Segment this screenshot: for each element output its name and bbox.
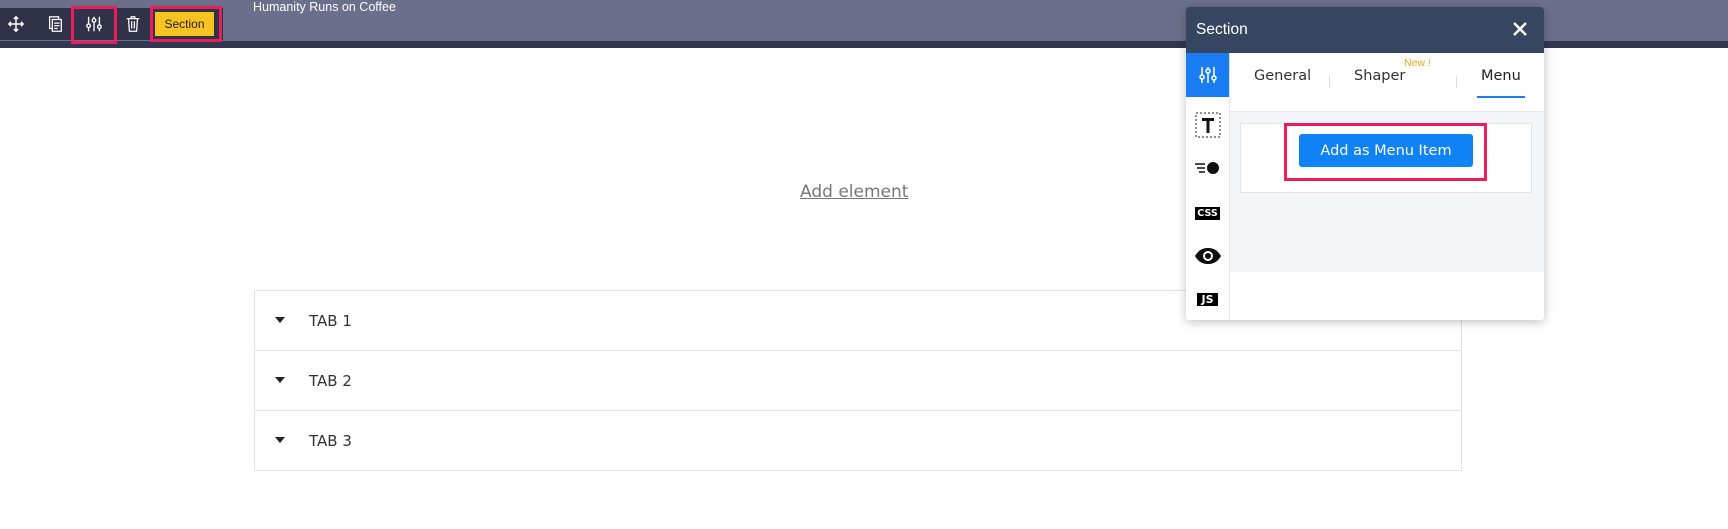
settings-button-highlight: [71, 6, 117, 44]
js-icon: JS: [1197, 292, 1218, 306]
delete-icon: [126, 16, 140, 32]
side-tab-settings[interactable]: [1186, 53, 1229, 97]
move-icon: [7, 15, 25, 33]
accordion-item[interactable]: TAB 2: [254, 350, 1462, 411]
duplicate-icon: [48, 16, 62, 32]
tab-general[interactable]: General: [1254, 68, 1311, 84]
section-chip-highlight: [150, 6, 222, 42]
caret-down-icon: [275, 437, 285, 443]
css-icon: CSS: [1195, 206, 1220, 220]
settings-sliders-icon: [1198, 67, 1217, 83]
tab-shaper[interactable]: Shaper: [1354, 68, 1405, 84]
accordion-item-label: TAB 2: [309, 371, 352, 390]
tab-separator: [1329, 76, 1330, 88]
side-tab-js[interactable]: JS: [1186, 277, 1229, 320]
add-element-link[interactable]: Add element: [800, 182, 908, 202]
caret-down-icon: [275, 377, 285, 383]
caret-down-icon: [275, 317, 285, 323]
duplicate-button[interactable]: [39, 8, 71, 40]
delete-button[interactable]: [117, 8, 149, 40]
visibility-eye-icon: [1194, 248, 1221, 264]
side-tab-css[interactable]: CSS: [1186, 191, 1229, 235]
panel-side-nav: CSS JS: [1186, 53, 1230, 320]
animation-icon: [1194, 162, 1219, 174]
panel-header: Section: [1186, 7, 1544, 53]
side-tab-text[interactable]: [1186, 103, 1229, 147]
accordion-item-label: TAB 3: [309, 431, 352, 450]
add-menu-button-highlight: [1284, 123, 1487, 181]
close-icon[interactable]: [1510, 19, 1530, 39]
panel-title: Section: [1196, 21, 1248, 38]
accordion-item-label: TAB 1: [309, 311, 352, 330]
site-caption: Humanity Runs on Coffee: [253, 0, 396, 14]
accordion-item[interactable]: TAB 3: [254, 410, 1462, 471]
panel-tabs: General Shaper New ! Menu: [1230, 53, 1544, 112]
move-button[interactable]: [0, 8, 32, 40]
text-style-icon: [1195, 112, 1220, 138]
side-tab-animation[interactable]: [1186, 147, 1229, 191]
tab-separator: [1456, 76, 1457, 88]
side-tab-visibility[interactable]: [1186, 234, 1229, 278]
active-tab-indicator: [1477, 96, 1525, 98]
new-badge: New !: [1404, 57, 1431, 69]
tab-menu[interactable]: Menu: [1481, 68, 1521, 84]
